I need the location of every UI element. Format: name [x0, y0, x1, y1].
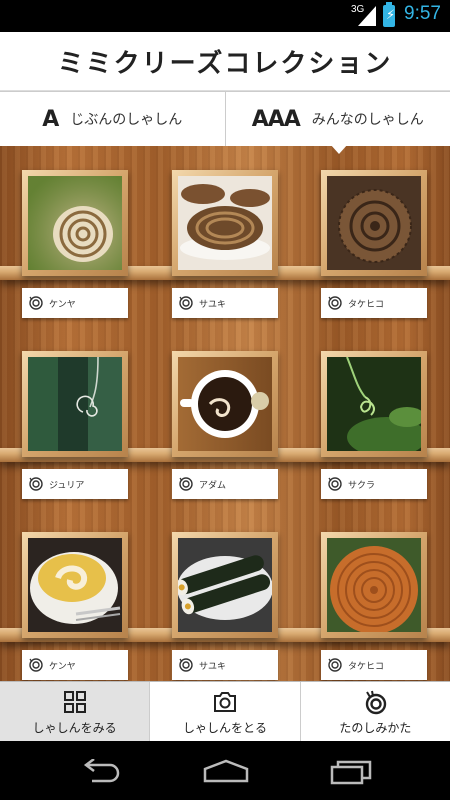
- active-tab-indicator: [330, 144, 348, 154]
- snail-icon: [29, 477, 43, 491]
- author-name: サユキ: [199, 661, 227, 672]
- photo-coffee-latte: [178, 357, 272, 451]
- photo-frame: [172, 351, 278, 457]
- snail-icon: [179, 658, 193, 672]
- tab-label: みんなのしゃしん: [311, 112, 424, 128]
- bottom-nav: しゃしんをみる しゃしんをとる たのしみかた: [0, 681, 450, 742]
- photo-vine-spiral: [28, 357, 122, 451]
- photo-author-label: サクラ: [321, 469, 427, 499]
- group-icon: AAA: [251, 106, 301, 132]
- photo-cinnamon-roll: [178, 176, 272, 270]
- photo-author-label: ケンヤ: [22, 288, 128, 318]
- photo-frame: [22, 532, 128, 638]
- snail-icon: [29, 658, 43, 672]
- photo-sushi-rolls: [178, 538, 272, 632]
- author-name: ケンヤ: [49, 299, 76, 310]
- app-title: ミミクリーズコレクション: [57, 48, 393, 79]
- author-name: アダム: [199, 480, 227, 491]
- photo-frame: [321, 170, 427, 276]
- photo-snail-shell: [28, 176, 122, 270]
- photo-frame: [22, 170, 128, 276]
- clock: 9:57: [404, 3, 441, 24]
- photo-frame: [22, 351, 128, 457]
- photo-author-label: タケヒコ: [321, 650, 427, 680]
- home-icon[interactable]: [202, 759, 250, 783]
- photo-shelf: ケンヤ サユキ タケヒコ ジュリア アダム サクラ ケンヤ サユキ タケヒコ: [0, 146, 450, 681]
- snail-icon: [328, 658, 342, 672]
- photo-author-label: ケンヤ: [22, 650, 128, 680]
- tab-everyone-photos[interactable]: AAA みんなのしゃしん: [224, 92, 450, 146]
- tab-label: じぶんのしゃしん: [70, 112, 183, 128]
- author-name: タケヒコ: [348, 661, 385, 672]
- nav-take-photo[interactable]: しゃしんをとる: [149, 682, 299, 742]
- charging-icon: ⚡: [386, 8, 396, 23]
- photo-frame: [321, 351, 427, 457]
- snail-icon: [29, 296, 43, 310]
- author-name: サクラ: [348, 480, 376, 491]
- tab-my-photos[interactable]: A じぶんのしゃしん: [0, 92, 225, 146]
- signal-icon: [358, 6, 376, 26]
- photo-pea-tendril: [327, 357, 421, 451]
- author-name: タケヒコ: [348, 299, 385, 310]
- snail-icon: [179, 477, 193, 491]
- tab-bar: A じぶんのしゃしん AAA みんなのしゃしん: [0, 91, 450, 147]
- photo-frame: [321, 532, 427, 638]
- nav-label: しゃしんをとる: [182, 720, 267, 735]
- back-icon[interactable]: [78, 759, 122, 783]
- nav-label: しゃしんをみる: [32, 720, 117, 735]
- grid-icon: [63, 690, 86, 713]
- author-name: ジュリア: [49, 480, 85, 491]
- title-bar: ミミクリーズコレクション: [0, 32, 450, 91]
- nav-label: たのしみかた: [339, 720, 412, 735]
- system-nav-bar: [0, 741, 450, 800]
- nav-view-photos[interactable]: しゃしんをみる: [0, 682, 150, 742]
- photo-ammonite: [327, 176, 421, 270]
- photo-tree-rings: [327, 538, 421, 632]
- status-bar: 3G ⚡ 9:57: [0, 0, 450, 32]
- nav-how-to-enjoy[interactable]: たのしみかた: [299, 682, 450, 742]
- snail-icon: [328, 477, 342, 491]
- photo-author-label: ジュリア: [22, 469, 128, 499]
- snail-icon: [179, 296, 193, 310]
- recent-apps-icon[interactable]: [330, 759, 372, 785]
- photo-author-label: アダム: [172, 469, 278, 499]
- photo-roll-cake: [28, 538, 122, 632]
- snail-icon: [328, 296, 342, 310]
- camera-icon: [213, 691, 236, 712]
- single-person-icon: A: [42, 106, 59, 132]
- photo-frame: [172, 532, 278, 638]
- photo-author-label: タケヒコ: [321, 288, 427, 318]
- snail-icon: [366, 690, 387, 714]
- photo-author-label: サユキ: [172, 288, 278, 318]
- author-name: ケンヤ: [49, 661, 76, 672]
- photo-author-label: サユキ: [172, 650, 278, 680]
- photo-frame: [172, 170, 278, 276]
- author-name: サユキ: [199, 299, 227, 310]
